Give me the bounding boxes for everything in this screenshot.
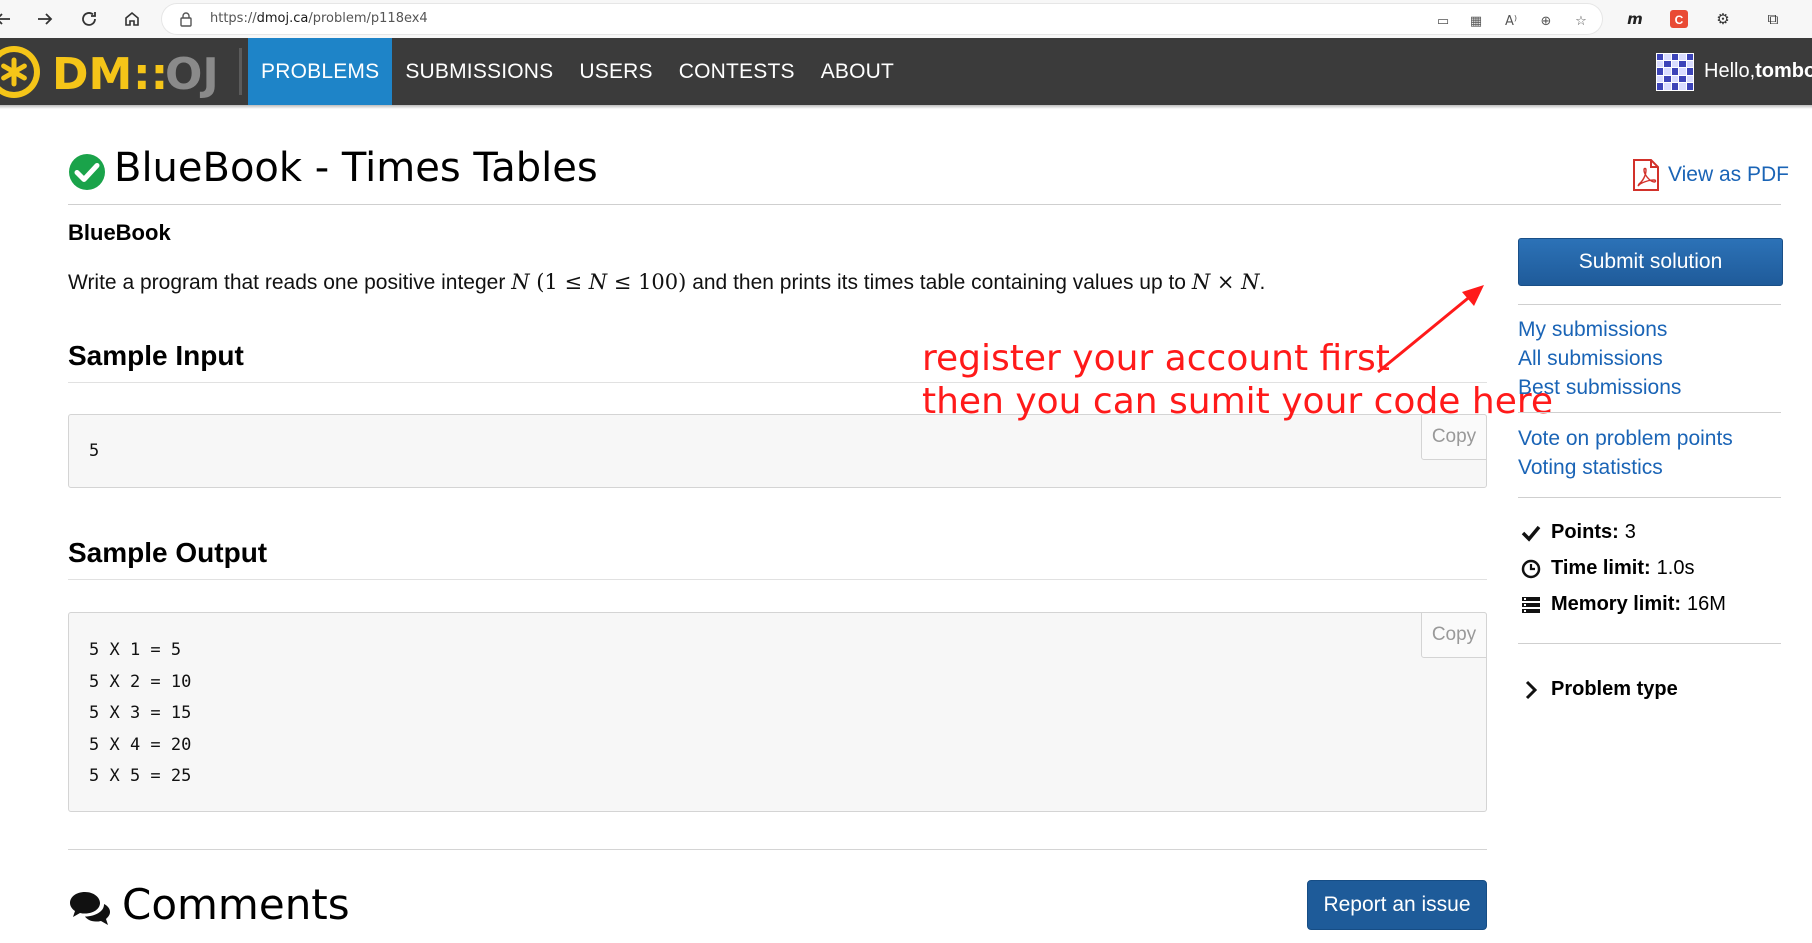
annotation-line-1: register your account first (922, 338, 1390, 379)
home-button[interactable] (119, 6, 145, 32)
comments-icon (70, 892, 110, 925)
sidebar-divider (1518, 412, 1781, 413)
vote-points-link[interactable]: Vote on problem points (1518, 427, 1733, 451)
copy-sample-output-button[interactable]: Copy (1421, 612, 1487, 658)
submit-solution-button[interactable]: Submit solution (1518, 238, 1783, 286)
sample-input-box: 5 Copy (68, 414, 1487, 488)
sidebar-divider (1518, 643, 1781, 644)
problem-author: BlueBook (68, 220, 171, 245)
sample-input-code: 5 (89, 441, 100, 461)
sample-input-heading: Sample Input (68, 340, 244, 371)
greeting-text: Hello, (1704, 60, 1756, 82)
points-info: Points: 3 (1520, 521, 1636, 544)
back-button[interactable] (0, 6, 16, 32)
reload-button[interactable] (76, 6, 102, 32)
sidebar-divider (1518, 497, 1781, 498)
annotation-line-2: then you can sumit your code here (922, 381, 1554, 422)
nav-submissions[interactable]: SUBMISSIONS (392, 38, 566, 105)
svg-text:DM: DM (52, 49, 132, 100)
dmoj-logo[interactable]: DM :: OJ (0, 38, 240, 105)
report-issue-button[interactable]: Report an issue (1307, 880, 1487, 930)
chevron-right-icon (1525, 680, 1538, 699)
view-pdf-label: View as PDF (1668, 163, 1789, 186)
svg-text:::: :: (133, 49, 168, 100)
nav-users[interactable]: USERS (566, 38, 665, 105)
time-limit-info: Time limit: 1.0s (1520, 557, 1694, 580)
server-memory-icon (1522, 596, 1540, 613)
annotation-arrow-icon (1377, 285, 1484, 374)
checkmark-icon (1521, 525, 1541, 542)
svg-text:C: C (1675, 13, 1684, 27)
site-navbar: DM :: OJ PROBLEMS SUBMISSIONS USERS CONT… (0, 38, 1812, 105)
voting-statistics-link[interactable]: Voting statistics (1518, 456, 1663, 480)
zoom-icon[interactable]: ⊕ (1537, 12, 1555, 30)
problem-statement: Write a program that reads one positive … (68, 270, 1266, 294)
user-menu[interactable]: Hello, tombo (1656, 38, 1812, 105)
nav-problems[interactable]: PROBLEMS (248, 38, 393, 105)
problem-type-label: Problem type (1551, 678, 1678, 700)
nav-about[interactable]: ABOUT (808, 38, 907, 105)
url-text: https://dmoj.ca/problem/p118ex4 (210, 11, 428, 26)
pdf-file-icon (1633, 159, 1659, 191)
qr-code-icon[interactable]: ▦ (1467, 12, 1485, 30)
my-submissions-link[interactable]: My submissions (1518, 318, 1667, 342)
comments-heading: Comments (122, 880, 350, 929)
main-menu: PROBLEMS SUBMISSIONS USERS CONTESTS ABOU… (248, 38, 907, 105)
svg-text:OJ: OJ (165, 49, 219, 100)
title-divider (68, 204, 1781, 205)
sidebar-divider (1518, 304, 1781, 305)
page-title: BlueBook - Times Tables (114, 145, 598, 191)
sample-output-divider (68, 579, 1487, 580)
collections-icon[interactable]: ⧉ (1762, 8, 1784, 30)
all-submissions-link[interactable]: All submissions (1518, 347, 1663, 371)
navbar-shadow (0, 105, 1812, 109)
nav-contests[interactable]: CONTESTS (666, 38, 808, 105)
view-pdf-link[interactable]: View as PDF (1630, 158, 1789, 192)
browser-toolbar: https://dmoj.ca/problem/p118ex4 ▭ ▦ A⁾ ⊕… (0, 0, 1812, 39)
solved-check-icon (69, 154, 105, 190)
content-divider (68, 849, 1487, 850)
username[interactable]: tombo (1755, 60, 1812, 83)
lock-icon (180, 12, 192, 27)
read-aloud-icon[interactable]: A⁾ (1502, 12, 1520, 30)
problem-type-toggle[interactable]: Problem type (1520, 678, 1678, 701)
sample-output-code: 5 X 1 = 5 5 X 2 = 10 5 X 3 = 15 5 X 4 = … (89, 640, 192, 786)
favorite-star-icon[interactable]: ☆ (1572, 12, 1590, 30)
app-available-icon[interactable]: ▭ (1434, 12, 1452, 30)
avatar (1656, 52, 1694, 91)
extensions-puzzle-icon[interactable]: ⚙ (1712, 8, 1734, 30)
extension-c-icon[interactable]: C (1668, 8, 1690, 30)
logo-divider (239, 48, 242, 95)
address-bar[interactable]: https://dmoj.ca/problem/p118ex4 ▭ ▦ A⁾ ⊕… (162, 4, 1602, 34)
extension-m-icon[interactable]: m (1624, 8, 1646, 30)
clock-icon (1521, 559, 1541, 578)
memory-limit-info: Memory limit: 16M (1520, 593, 1726, 616)
sample-output-box: 5 X 1 = 5 5 X 2 = 10 5 X 3 = 15 5 X 4 = … (68, 612, 1487, 812)
best-submissions-link[interactable]: Best submissions (1518, 376, 1681, 400)
forward-button[interactable] (32, 6, 58, 32)
sample-output-heading: Sample Output (68, 537, 268, 568)
